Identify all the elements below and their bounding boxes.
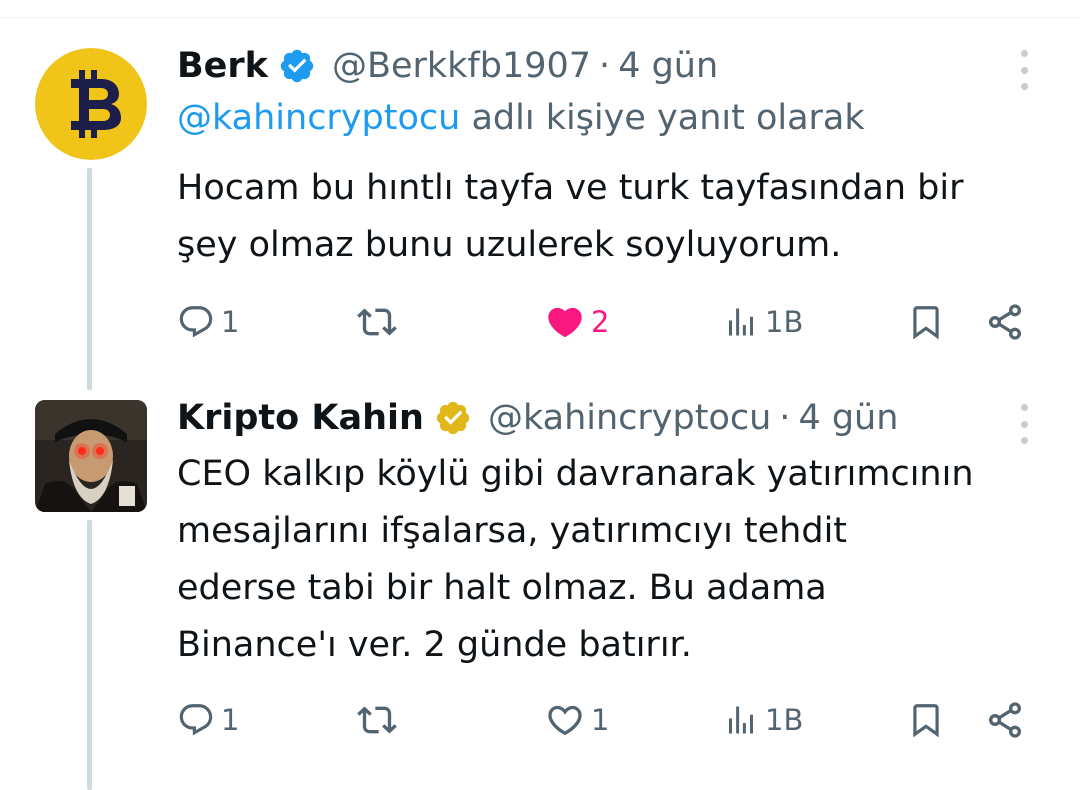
tweet-header: Berk @Berkkfb1907 · 4 gün	[177, 43, 718, 89]
tweet-berk[interactable]: Berk @Berkkfb1907 · 4 gün @kahincryptocu…	[0, 0, 1080, 390]
reply-count: 1	[221, 305, 240, 339]
tweet-text-line: şey olmaz bunu uzulerek soyluyorum.	[177, 225, 842, 265]
reply-icon	[179, 704, 213, 736]
tweet-text: Hocam bu hıntlı tayfa ve turk tayfasında…	[177, 160, 1057, 274]
like-count: 2	[591, 305, 610, 339]
bookmark-button[interactable]	[907, 695, 945, 745]
heart-filled-icon	[548, 307, 582, 338]
views-count: 1B	[765, 305, 804, 339]
author-handle[interactable]: @kahincryptocu	[488, 398, 771, 438]
author-handle[interactable]: @Berkkfb1907	[332, 46, 591, 86]
tweet-text-line: ederse tabi bir halt olmaz. Bu adama	[177, 568, 827, 608]
bookmark-icon	[913, 704, 939, 738]
views-chart-icon	[729, 308, 753, 336]
tweet-header: Kripto Kahin @kahincryptocu · 4 gün	[177, 395, 898, 441]
avatar[interactable]	[35, 400, 147, 512]
nostradamus-portrait	[35, 400, 147, 512]
tweet-text: CEO kalkıp köylü gibi davranarak yatırım…	[177, 446, 1057, 674]
bitcoin-logo-icon	[35, 48, 147, 160]
reply-icon	[179, 306, 213, 338]
share-button[interactable]	[985, 297, 1025, 347]
action-bar: 1 1 1B	[177, 695, 1037, 745]
retweet-button[interactable]	[357, 297, 397, 347]
share-icon	[989, 304, 1021, 340]
more-options-icon[interactable]	[1012, 50, 1036, 90]
author-name[interactable]: Kripto Kahin	[177, 398, 424, 438]
share-button[interactable]	[985, 695, 1025, 745]
tweet-text-line: mesajlarını ifşalarsa, yatırımcıyı tehdi…	[177, 511, 848, 551]
reply-mention-link[interactable]: @kahincryptocu	[177, 98, 460, 138]
tweet-text-line: CEO kalkıp köylü gibi davranarak yatırım…	[177, 454, 974, 494]
verified-gold-badge-icon	[434, 399, 472, 437]
reply-context: @kahincryptocu adlı kişiye yanıt olarak	[177, 98, 865, 138]
views-chart-icon	[729, 706, 753, 734]
heart-outline-icon	[548, 705, 582, 736]
bookmark-icon	[913, 306, 939, 340]
like-count: 1	[591, 703, 610, 737]
share-icon	[989, 702, 1021, 738]
views-count: 1B	[765, 703, 804, 737]
tweet-kripto-kahin[interactable]: Kripto Kahin @kahincryptocu · 4 gün CEO …	[0, 380, 1080, 790]
retweet-icon	[357, 308, 397, 336]
views-button[interactable]: 1B	[723, 695, 803, 745]
thread-line	[87, 520, 92, 790]
retweet-button[interactable]	[357, 695, 397, 745]
reply-suffix: adlı kişiye yanıt olarak	[471, 98, 865, 138]
reply-button[interactable]: 1	[177, 695, 239, 745]
timestamp[interactable]: 4 gün	[798, 398, 898, 438]
thread-line	[87, 168, 92, 390]
verified-badge-icon	[278, 47, 316, 85]
timestamp[interactable]: 4 gün	[618, 46, 718, 86]
avatar[interactable]	[35, 48, 147, 160]
separator-dot: ·	[599, 46, 611, 86]
reply-button[interactable]: 1	[177, 297, 239, 347]
like-button[interactable]: 1	[545, 695, 609, 745]
views-button[interactable]: 1B	[723, 297, 803, 347]
author-name[interactable]: Berk	[177, 46, 268, 86]
bookmark-button[interactable]	[907, 297, 945, 347]
action-bar: 1 2 1B	[177, 297, 1037, 347]
separator-dot: ·	[779, 398, 791, 438]
reply-count: 1	[221, 703, 240, 737]
like-button[interactable]: 2	[545, 297, 609, 347]
more-options-icon[interactable]	[1012, 404, 1036, 444]
tweet-text-line: Binance'ı ver. 2 günde batırır.	[177, 625, 692, 665]
tweet-text-line: Hocam bu hıntlı tayfa ve turk tayfasında…	[177, 168, 964, 208]
retweet-icon	[357, 706, 397, 734]
